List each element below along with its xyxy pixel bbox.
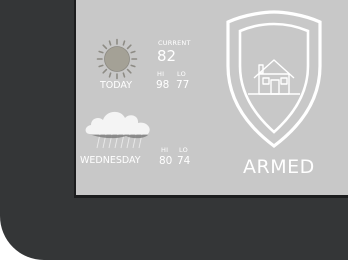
today-label: TODAY xyxy=(100,80,132,91)
current-label: CURRENT xyxy=(158,39,191,47)
forecast-lo-value: 74 xyxy=(177,155,191,167)
forecast-lo-label: LO xyxy=(179,146,188,154)
security-status: ARMED xyxy=(243,156,315,178)
today-hi-value: 98 xyxy=(156,79,170,91)
current-temp: 82 xyxy=(157,47,177,65)
forecast-hi-label: HI xyxy=(161,146,169,154)
shield-home-icon xyxy=(226,10,322,149)
security-panel[interactable]: ARMED xyxy=(216,6,348,186)
thermostat-device: CURRENT 82 TODAY HI LO 98 77 WEDNESDAY H… xyxy=(0,0,348,260)
cloud-rain-icon xyxy=(85,111,150,149)
display-screen: CURRENT 82 TODAY HI LO 98 77 WEDNESDAY H… xyxy=(74,0,348,198)
weather-panel: CURRENT 82 TODAY HI LO 98 77 WEDNESDAY H… xyxy=(76,0,226,190)
forecast-day-label: WEDNESDAY xyxy=(80,155,141,166)
today-hi-label: HI xyxy=(157,70,165,78)
forecast-hi-value: 80 xyxy=(159,155,173,167)
sun-icon xyxy=(96,38,138,80)
today-lo-value: 77 xyxy=(176,79,190,91)
today-lo-label: LO xyxy=(177,70,186,78)
